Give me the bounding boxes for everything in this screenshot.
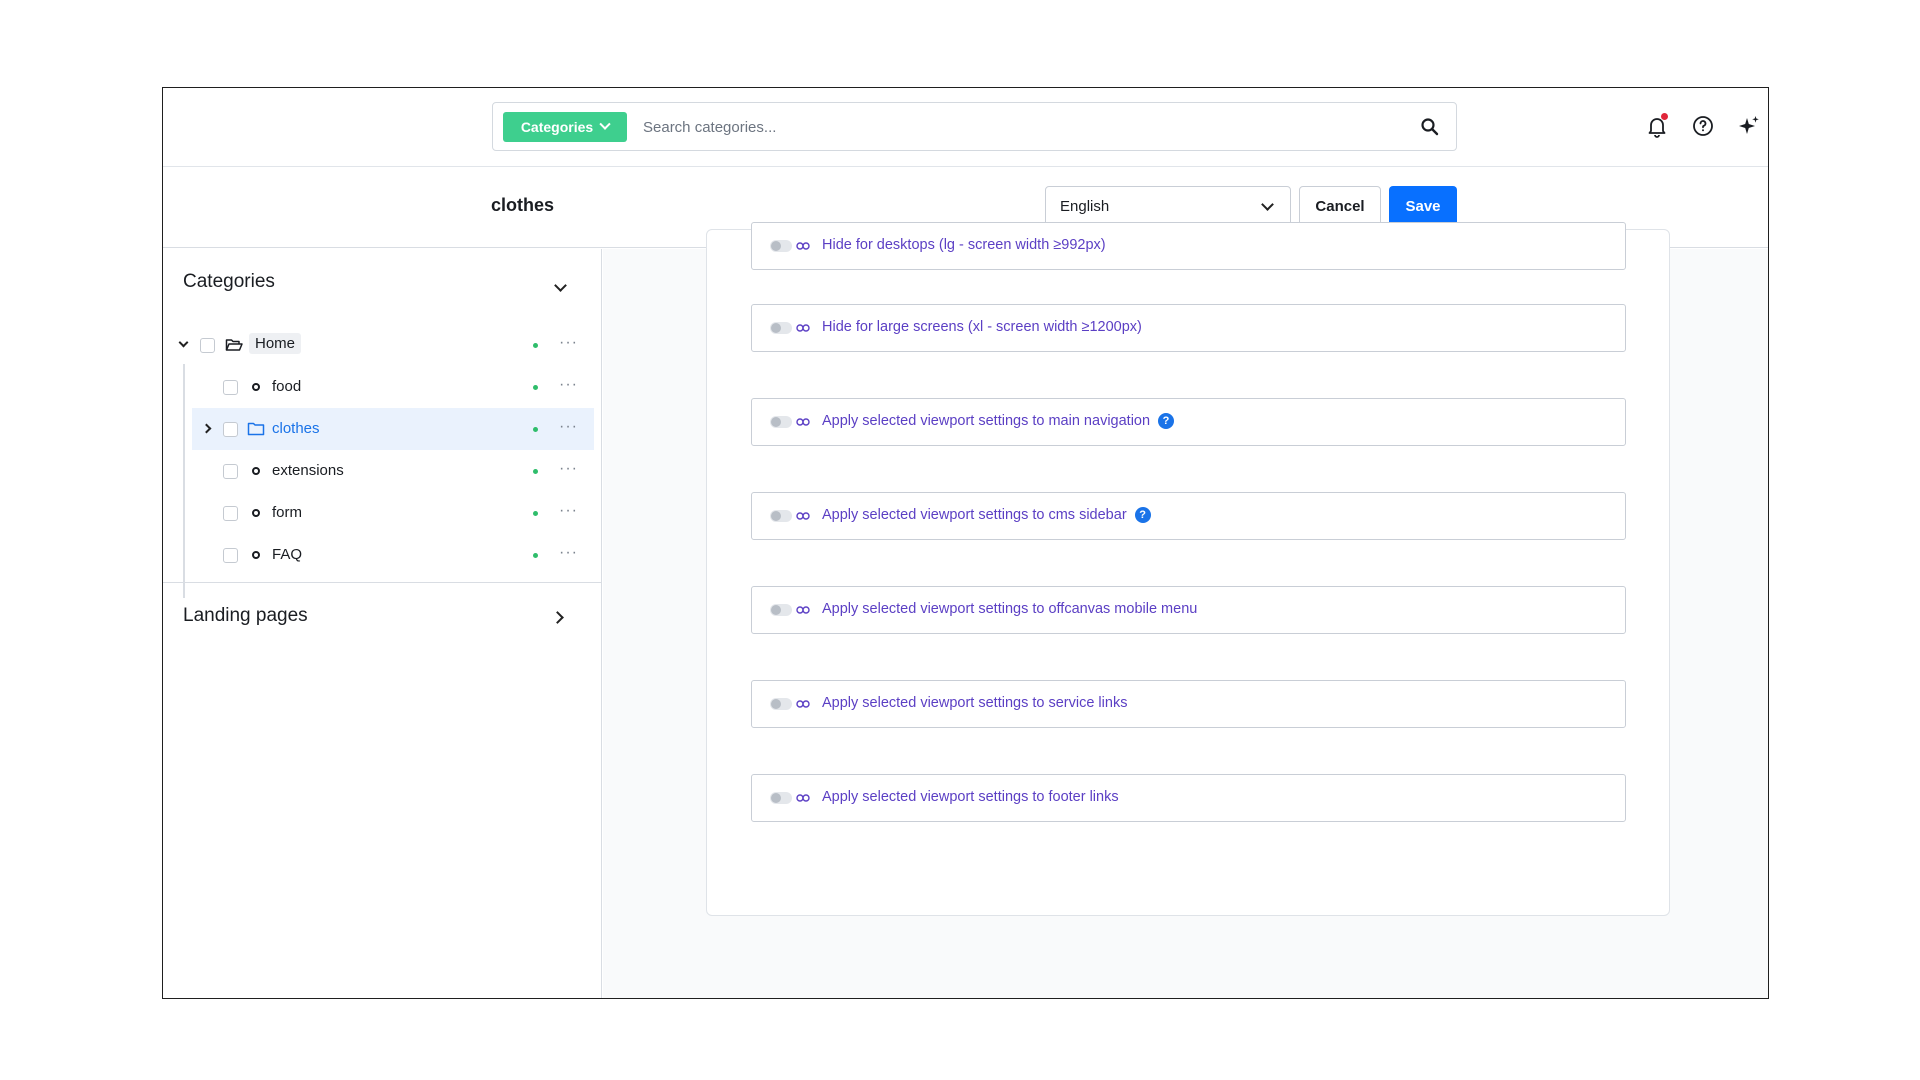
- notifications-button[interactable]: [1644, 113, 1670, 139]
- setting-label: Apply selected viewport settings to serv…: [822, 695, 1128, 711]
- top-icons: [1644, 113, 1762, 139]
- link-icon: [796, 512, 810, 520]
- status-dot: [533, 427, 538, 432]
- leaf-dot-icon: [252, 509, 260, 517]
- setting-cms-sidebar[interactable]: Apply selected viewport settings to cms …: [751, 492, 1626, 540]
- status-dot: [533, 511, 538, 516]
- main-content: Hide for desktops (lg - screen width ≥99…: [603, 222, 1768, 998]
- more-options-icon[interactable]: ···: [559, 334, 578, 352]
- toggle-switch[interactable]: [770, 604, 792, 616]
- setting-label: Apply selected viewport settings to foot…: [822, 789, 1119, 805]
- toggle-switch[interactable]: [770, 416, 792, 428]
- tree-item-label: form: [272, 504, 302, 521]
- setting-text: Apply selected viewport settings to cms …: [822, 507, 1151, 523]
- tree-item-faq[interactable]: FAQ ···: [163, 534, 602, 576]
- setting-hide-large-screens[interactable]: Hide for large screens (xl - screen widt…: [751, 304, 1626, 352]
- help-icon[interactable]: ?: [1134, 507, 1151, 523]
- checkbox[interactable]: [200, 338, 215, 353]
- link-icon: [796, 700, 810, 708]
- status-dot: [533, 343, 538, 348]
- caret-down-icon[interactable]: [178, 337, 189, 348]
- more-options-icon[interactable]: ···: [559, 376, 578, 394]
- tree-item-label: extensions: [272, 462, 344, 479]
- search-type-label: Categories: [520, 119, 594, 135]
- tree-item-home[interactable]: Home ···: [163, 324, 602, 366]
- chevron-down-icon: [1261, 198, 1274, 211]
- link-icon: [796, 606, 810, 614]
- link-icon: [796, 418, 810, 426]
- tree-item-clothes[interactable]: clothes ···: [192, 408, 594, 450]
- setting-label: Apply selected viewport settings to cms …: [822, 507, 1127, 523]
- setting-label: Apply selected viewport settings to main…: [822, 413, 1151, 429]
- language-value: English: [1060, 197, 1110, 215]
- search-type-dropdown[interactable]: Categories: [503, 112, 627, 142]
- checkbox[interactable]: [223, 380, 238, 395]
- more-options-icon[interactable]: ···: [559, 460, 578, 478]
- ai-assistant-button[interactable]: [1736, 113, 1762, 139]
- setting-text: Apply selected viewport settings to main…: [822, 413, 1175, 429]
- checkbox[interactable]: [223, 464, 238, 479]
- notification-badge: [1661, 113, 1668, 120]
- tree-item-form[interactable]: form ···: [163, 492, 602, 534]
- leaf-dot-icon: [252, 383, 260, 391]
- status-dot: [533, 385, 538, 390]
- toggle-switch[interactable]: [770, 698, 792, 710]
- landing-pages-heading[interactable]: Landing pages: [183, 605, 308, 627]
- checkbox[interactable]: [223, 506, 238, 521]
- setting-offcanvas-menu[interactable]: Apply selected viewport settings to offc…: [751, 586, 1626, 634]
- toggle-switch[interactable]: [770, 240, 792, 252]
- link-icon: [796, 242, 810, 250]
- leaf-dot-icon: [252, 467, 260, 475]
- chevron-down-icon[interactable]: [554, 279, 567, 292]
- search-input[interactable]: [643, 113, 1383, 141]
- toggle-switch[interactable]: [770, 322, 792, 334]
- help-icon[interactable]: ?: [1158, 413, 1175, 429]
- tree-item-label: food: [272, 378, 302, 395]
- help-circle-icon: [1693, 116, 1713, 136]
- caret-right-icon[interactable]: [201, 423, 212, 434]
- leaf-dot-icon: [252, 551, 260, 559]
- sidebar-divider: [163, 582, 602, 583]
- save-button[interactable]: Save: [1389, 186, 1457, 226]
- tree-item-label: Home: [249, 333, 302, 354]
- link-icon: [796, 324, 810, 332]
- top-bar: Categories: [163, 88, 1768, 167]
- setting-footer-links[interactable]: Apply selected viewport settings to foot…: [751, 774, 1626, 822]
- chevron-down-icon: [599, 118, 611, 130]
- folder-icon: [247, 422, 265, 436]
- toggle-switch[interactable]: [770, 510, 792, 522]
- tree-item-food[interactable]: food ···: [163, 366, 602, 408]
- toggle-switch[interactable]: [770, 792, 792, 804]
- setting-hide-desktops[interactable]: Hide for desktops (lg - screen width ≥99…: [751, 222, 1626, 270]
- tree-item-extensions[interactable]: extensions ···: [163, 450, 602, 492]
- search-icon[interactable]: [1420, 117, 1440, 137]
- visibility-settings-card: Hide for desktops (lg - screen width ≥99…: [706, 222, 1670, 916]
- setting-label: Apply selected viewport settings to offc…: [822, 601, 1198, 617]
- sparkles-icon: [1739, 116, 1759, 134]
- setting-main-navigation[interactable]: Apply selected viewport settings to main…: [751, 398, 1626, 446]
- more-options-icon[interactable]: ···: [559, 544, 578, 562]
- sidebar: Categories Home ··· food ··· clothes ···…: [163, 249, 602, 998]
- app-window: Categories Search categories... clothes …: [162, 87, 1769, 999]
- more-options-icon[interactable]: ···: [559, 502, 578, 520]
- categories-heading: Categories: [183, 271, 275, 292]
- status-dot: [533, 553, 538, 558]
- global-search: Categories: [492, 102, 1457, 151]
- folder-open-icon: [225, 339, 243, 351]
- setting-label: Hide for desktops (lg - screen width ≥99…: [822, 237, 1106, 253]
- setting-label: Hide for large screens (xl - screen widt…: [822, 319, 1142, 335]
- tree-item-label: FAQ: [272, 546, 303, 563]
- checbox[interactable]: [223, 422, 238, 437]
- tree-item-label: clothes: [272, 420, 320, 437]
- cancel-button[interactable]: Cancel: [1299, 186, 1381, 226]
- link-icon: [796, 794, 810, 802]
- page-title: clothes: [491, 195, 555, 215]
- more-options-icon[interactable]: ···: [559, 418, 578, 436]
- status-dot: [533, 469, 538, 474]
- language-select[interactable]: English: [1045, 186, 1291, 226]
- setting-service-links[interactable]: Apply selected viewport settings to serv…: [751, 680, 1626, 728]
- help-button[interactable]: [1690, 113, 1716, 139]
- checkbox[interactable]: [223, 548, 238, 563]
- chevron-right-icon[interactable]: [551, 611, 564, 624]
